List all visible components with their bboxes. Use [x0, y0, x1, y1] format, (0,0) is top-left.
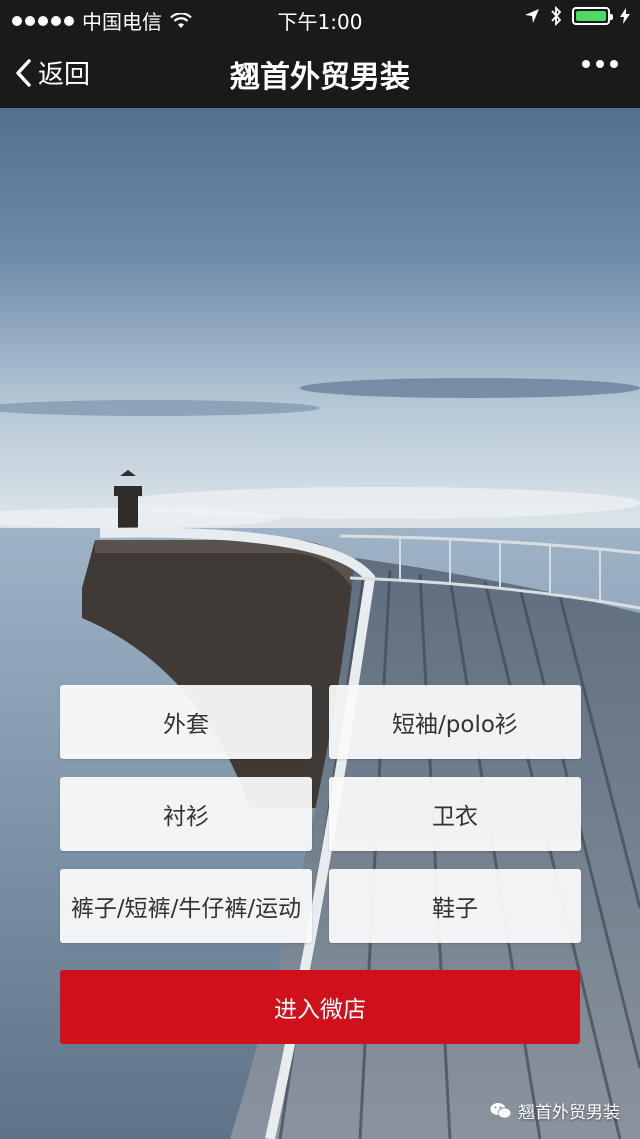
- watermark-text: 翘首外贸男装: [518, 1103, 620, 1123]
- status-bar: 中国电信 下午1:00: [0, 0, 640, 36]
- category-button-shoes[interactable]: 鞋子: [329, 869, 581, 943]
- category-label: 鞋子: [432, 896, 478, 922]
- wechat-icon: [490, 1102, 512, 1119]
- battery-icon: [572, 7, 613, 25]
- category-button-shirt[interactable]: 衬衫: [60, 777, 312, 851]
- category-button-pants[interactable]: 裤子/短裤/牛仔裤/运动: [60, 869, 312, 943]
- status-right: [524, 6, 630, 26]
- category-label: 裤子/短裤/牛仔裤/运动: [70, 896, 302, 922]
- charging-icon: [620, 8, 630, 24]
- back-button[interactable]: 返回: [14, 54, 90, 91]
- category-button-hoodie[interactable]: 卫衣: [329, 777, 581, 851]
- location-arrow-icon: [525, 9, 539, 23]
- category-label: 短袖/polo衫: [392, 712, 518, 738]
- page-title: 翘首外贸男装: [230, 60, 410, 95]
- enter-shop-label: 进入微店: [274, 997, 366, 1023]
- category-button-short-sleeve-polo[interactable]: 短袖/polo衫: [329, 685, 581, 759]
- ellipsis-icon: [582, 60, 590, 68]
- category-label: 衬衫: [163, 804, 209, 830]
- more-options-button[interactable]: [582, 60, 618, 68]
- back-label: 返回: [38, 60, 91, 90]
- category-label: 外套: [163, 712, 209, 738]
- watermark: 翘首外贸男装: [490, 1098, 620, 1123]
- chevron-left-icon: [16, 58, 31, 87]
- category-button-jacket[interactable]: 外套: [60, 685, 312, 759]
- bluetooth-icon: [551, 6, 562, 26]
- navigation-bar: 返回 翘首外贸男装: [0, 36, 640, 108]
- enter-shop-button[interactable]: 进入微店: [60, 970, 580, 1044]
- category-label: 卫衣: [432, 804, 478, 830]
